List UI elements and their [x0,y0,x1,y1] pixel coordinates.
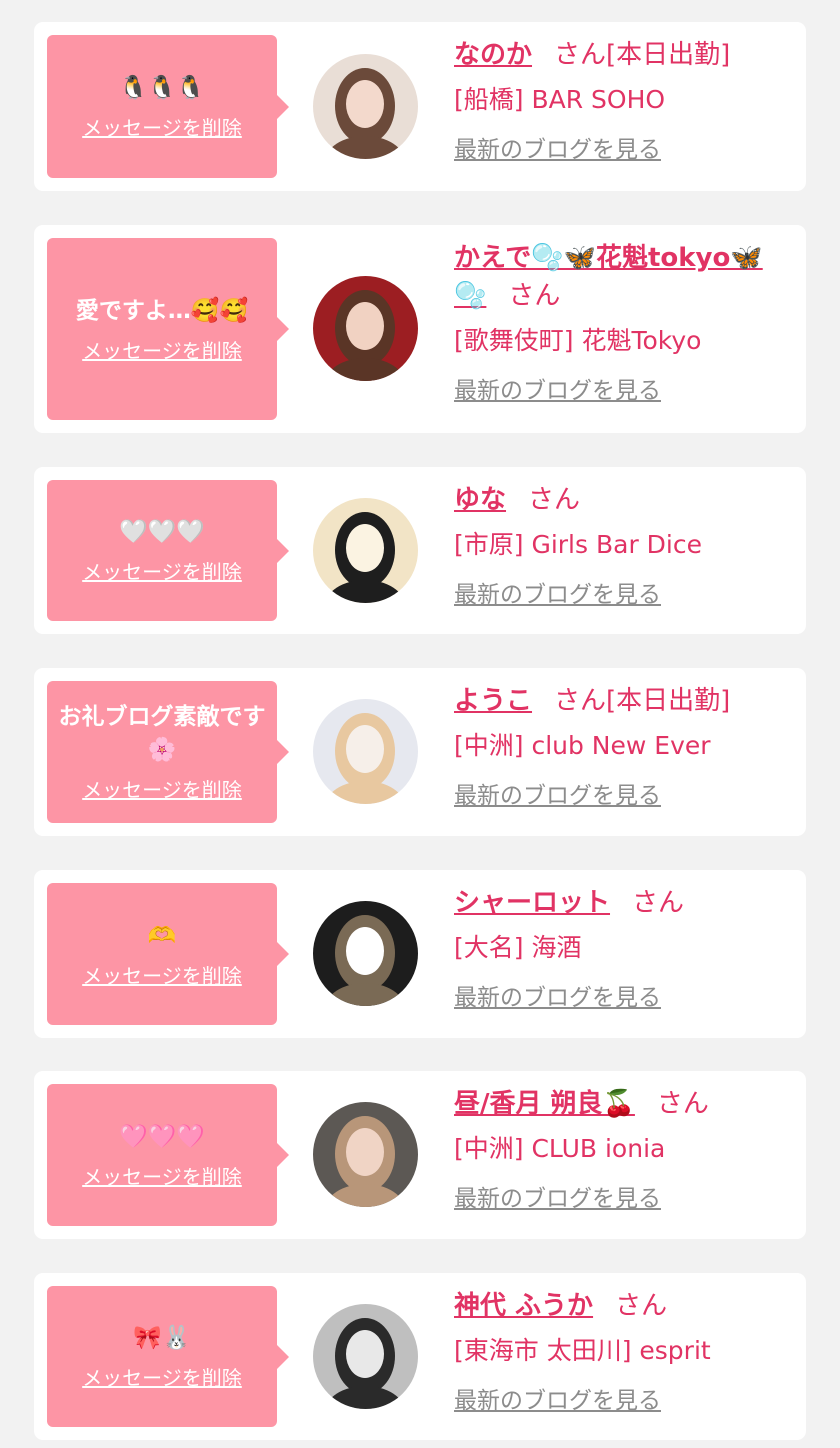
shop-info: [中洲] club New Ever [454,731,711,760]
cast-name-link[interactable]: ゆな [454,485,506,515]
shop-info: [東海市 太田川] esprit [454,1336,711,1365]
honorific: さん [554,686,607,716]
shop-info: [歌舞伎町] 花魁Tokyo [454,326,702,355]
list-item: 🐧🐧🐧 メッセージを削除 なのか さん[本日出勤] [船橋] BAR SOHO 最… [34,22,806,191]
latest-blog-link[interactable]: 最新のブログを見る [454,1386,661,1416]
work-status: [本日出勤] [606,40,731,70]
latest-blog-link[interactable]: 最新のブログを見る [454,983,661,1013]
shop-info: [中洲] CLUB ionia [454,1134,666,1163]
cast-name-link[interactable]: なのか [454,40,532,70]
work-status: [本日出勤] [606,686,731,716]
cast-info: かえで🫧🦋花魁tokyo🦋🫧 さん [歌舞伎町] 花魁Tokyo 最新のブログを見… [454,239,794,406]
avatar-photo [313,699,418,804]
message-text: 🫶 [147,922,177,949]
avatar-face [346,725,384,773]
delete-message-link[interactable]: メッセージを削除 [82,1164,242,1190]
avatar[interactable] [313,1102,418,1207]
avatar[interactable] [313,54,418,159]
latest-blog-link[interactable]: 最新のブログを見る [454,580,661,610]
avatar[interactable] [313,699,418,804]
latest-blog-link[interactable]: 最新のブログを見る [454,376,661,406]
list-item: 🎀🐰 メッセージを削除 神代 ふうか さん [東海市 太田川] esprit 最新… [34,1273,806,1440]
honorific: さん [508,281,561,311]
list-item: 🫶 メッセージを削除 シャーロット さん [大名] 海酒 最新のブログを見る [34,870,806,1038]
cast-name-link[interactable]: 神代 ふうか [454,1291,593,1321]
avatar-face [346,524,384,572]
avatar-face [346,80,384,128]
list-item: 愛ですよ…🥰🥰 メッセージを削除 かえで🫧🦋花魁tokyo🦋🫧 さん [歌舞伎町]… [34,225,806,433]
message-bubble: お礼ブログ素敵です🌸 メッセージを削除 [47,681,289,823]
delete-message-link[interactable]: メッセージを削除 [82,115,242,141]
message-bubble: 愛ですよ…🥰🥰 メッセージを削除 [47,238,289,420]
cast-info: ようこ さん[本日出勤] [中洲] club New Ever 最新のブログを見る [454,682,794,811]
cast-name-link[interactable]: シャーロット [454,888,610,918]
list-item: お礼ブログ素敵です🌸 メッセージを削除 ようこ さん[本日出勤] [中洲] clu… [34,668,806,836]
avatar[interactable] [313,498,418,603]
name-line: シャーロット さん [454,884,794,922]
delete-message-link[interactable]: メッセージを削除 [82,1365,242,1391]
latest-blog-link[interactable]: 最新のブログを見る [454,1184,661,1214]
message-text: 🐧🐧🐧 [119,75,205,101]
cast-info: 神代 ふうか さん [東海市 太田川] esprit 最新のブログを見る [454,1287,794,1416]
cast-info: 昼/香月 朔良🍒 さん [中洲] CLUB ionia 最新のブログを見る [454,1085,794,1214]
delete-message-link[interactable]: メッセージを削除 [82,777,242,803]
message-text: 🩷🩷🩷 [119,1123,205,1150]
name-line: かえで🫧🦋花魁tokyo🦋🫧 さん [454,239,794,315]
cast-name-link[interactable]: かえで🫧🦋花魁tokyo🦋🫧 [454,243,763,311]
delete-message-link[interactable]: メッセージを削除 [82,338,242,364]
message-bubble: 🤍🤍🤍 メッセージを削除 [47,480,289,621]
avatar-face [346,1128,384,1176]
message-text: 🤍🤍🤍 [119,519,205,545]
avatar-photo [313,901,418,1006]
honorific: さん [656,1089,709,1119]
avatar[interactable] [313,276,418,381]
message-list: 🐧🐧🐧 メッセージを削除 なのか さん[本日出勤] [船橋] BAR SOHO 最… [0,0,840,1448]
list-item: 🩷🩷🩷 メッセージを削除 昼/香月 朔良🍒 さん [中洲] CLUB ionia … [34,1071,806,1239]
cast-name-link[interactable]: 昼/香月 朔良🍒 [454,1089,635,1119]
name-line: ようこ さん[本日出勤] [454,682,794,720]
cast-name-link[interactable]: ようこ [454,686,532,716]
avatar-photo [313,54,418,159]
message-text: 🎀🐰 [133,1325,191,1351]
name-line: 神代 ふうか さん [454,1287,794,1325]
avatar[interactable] [313,1304,418,1409]
message-bubble: 🎀🐰 メッセージを削除 [47,1286,289,1427]
shop-info: [大名] 海酒 [454,933,582,962]
delete-message-link[interactable]: メッセージを削除 [82,963,242,989]
latest-blog-link[interactable]: 最新のブログを見る [454,781,661,811]
cast-info: シャーロット さん [大名] 海酒 最新のブログを見る [454,884,794,1013]
name-line: ゆな さん [454,481,794,519]
honorific: さん [632,888,685,918]
delete-message-link[interactable]: メッセージを削除 [82,559,242,585]
message-bubble: 🐧🐧🐧 メッセージを削除 [47,35,289,178]
avatar-face [346,1330,384,1378]
shop-info: [船橋] BAR SOHO [454,85,666,114]
honorific: さん [615,1291,668,1321]
cast-info: ゆな さん [市原] Girls Bar Dice 最新のブログを見る [454,481,794,610]
avatar-photo [313,276,418,381]
avatar-face [346,927,384,975]
avatar-photo [313,498,418,603]
avatar-face [346,302,384,350]
honorific: さん [528,485,581,515]
name-line: 昼/香月 朔良🍒 さん [454,1085,794,1123]
latest-blog-link[interactable]: 最新のブログを見る [454,135,661,165]
name-line: なのか さん[本日出勤] [454,36,794,74]
list-item: 🤍🤍🤍 メッセージを削除 ゆな さん [市原] Girls Bar Dice 最新… [34,467,806,634]
message-text: 愛ですよ…🥰🥰 [75,297,249,324]
message-text: お礼ブログ素敵です🌸 [58,704,266,763]
cast-info: なのか さん[本日出勤] [船橋] BAR SOHO 最新のブログを見る [454,36,794,165]
shop-info: [市原] Girls Bar Dice [454,530,702,559]
message-bubble: 🫶 メッセージを削除 [47,883,289,1025]
avatar-photo [313,1304,418,1409]
honorific: さん [554,40,607,70]
message-bubble: 🩷🩷🩷 メッセージを削除 [47,1084,289,1226]
avatar-photo [313,1102,418,1207]
avatar[interactable] [313,901,418,1006]
